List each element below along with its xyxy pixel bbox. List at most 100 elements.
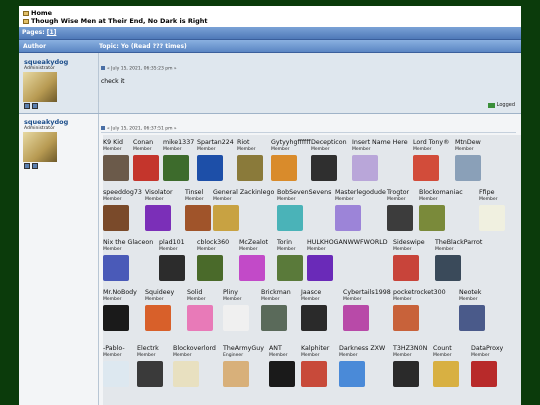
member-avatar[interactable] (269, 361, 295, 387)
member-name[interactable]: Squideey (145, 289, 174, 296)
member-name[interactable]: -Pablo- (103, 345, 125, 352)
member-avatar[interactable] (459, 305, 485, 331)
member-avatar[interactable] (239, 255, 265, 281)
member-name[interactable]: Solid (187, 289, 202, 296)
member-avatar[interactable] (393, 255, 419, 281)
member-avatar[interactable] (133, 155, 159, 181)
member-avatar[interactable] (103, 205, 129, 231)
member-avatar[interactable] (163, 155, 189, 181)
profile-icon[interactable] (24, 163, 30, 169)
member-avatar[interactable] (413, 155, 439, 181)
member-name[interactable]: Masterlegodude (335, 189, 386, 196)
member-name[interactable]: Kalphiter (301, 345, 329, 352)
member-name[interactable]: ANT (269, 345, 282, 352)
member-avatar[interactable] (187, 305, 213, 331)
member-avatar[interactable] (277, 255, 303, 281)
member-name[interactable]: Cybertails1998 (343, 289, 391, 296)
member-name[interactable]: Lord Tony® (413, 139, 449, 146)
member-avatar[interactable] (393, 305, 419, 331)
member-avatar[interactable] (479, 205, 505, 231)
member-name[interactable]: Tinsel (185, 189, 203, 196)
member-name[interactable]: Pliny (223, 289, 238, 296)
member-name[interactable]: Riot (237, 139, 249, 146)
member-name[interactable]: TheBlackParrot (435, 239, 482, 246)
member-avatar[interactable] (213, 205, 239, 231)
member-name[interactable]: T3HZ3N0N (393, 345, 427, 352)
member-avatar[interactable] (103, 361, 129, 387)
member-name[interactable]: Sideswipe (393, 239, 425, 246)
member-name[interactable]: plad101 (159, 239, 185, 246)
member-avatar[interactable] (237, 155, 263, 181)
member-name[interactable]: Decepticon (311, 139, 347, 146)
member-avatar[interactable] (103, 255, 129, 281)
member-avatar[interactable] (185, 205, 211, 231)
member-name[interactable]: BobSevenSevens (277, 189, 331, 196)
member-name[interactable]: Nix the Glaceon (103, 239, 153, 246)
member-name[interactable]: McZealot (239, 239, 268, 246)
member-name[interactable]: Neotek (459, 289, 481, 296)
member-avatar[interactable] (197, 155, 223, 181)
breadcrumb-thread[interactable]: Though Wise Men at Their End, No Dark is… (23, 17, 208, 25)
member-name[interactable]: Jaasce (301, 289, 321, 296)
member-name[interactable]: Conan (133, 139, 153, 146)
member-name[interactable]: Gytyyhgffffff (271, 139, 311, 146)
breadcrumb-home-label[interactable]: Home (31, 9, 52, 17)
member-avatar[interactable] (307, 255, 333, 281)
page-link-current[interactable]: [1] (47, 29, 57, 36)
member-avatar[interactable] (471, 361, 497, 387)
member-name[interactable]: Torin (277, 239, 292, 246)
member-avatar[interactable] (455, 155, 481, 181)
post1-username[interactable]: squeakydog (24, 58, 68, 66)
member-name[interactable]: Mr.NoBody (103, 289, 137, 296)
member-avatar[interactable] (271, 155, 297, 181)
member-avatar[interactable] (145, 205, 171, 231)
member-avatar[interactable] (435, 255, 461, 281)
member-name[interactable]: DataProxy (471, 345, 503, 352)
member-avatar[interactable] (339, 361, 365, 387)
member-name[interactable]: Darkness ZXW (339, 345, 385, 352)
member-name[interactable]: MtnDew (455, 139, 481, 146)
member-name[interactable]: HULKHOGANWWFWORLD (307, 239, 388, 246)
post2-username[interactable]: squeakydog (24, 118, 68, 126)
member-avatar[interactable] (419, 205, 445, 231)
globe-icon[interactable] (32, 163, 38, 169)
member-avatar[interactable] (343, 305, 369, 331)
member-avatar[interactable] (173, 361, 199, 387)
member-name[interactable]: General Zackinlego (213, 189, 274, 196)
member-avatar[interactable] (277, 205, 303, 231)
globe-icon[interactable] (32, 103, 38, 109)
member-avatar[interactable] (103, 305, 129, 331)
member-name[interactable]: Blockomaniac (419, 189, 463, 196)
member-name[interactable]: Blockoverlord (173, 345, 216, 352)
member-name[interactable]: Trogtor (387, 189, 409, 196)
member-name[interactable]: cblock360 (197, 239, 229, 246)
member-name[interactable]: K9 Kid (103, 139, 123, 146)
member-avatar[interactable] (393, 361, 419, 387)
member-name[interactable]: Insert Name Here (352, 139, 408, 146)
member-avatar[interactable] (387, 205, 413, 231)
member-avatar[interactable] (261, 305, 287, 331)
member-avatar[interactable] (137, 361, 163, 387)
breadcrumb-thread-label[interactable]: Though Wise Men at Their End, No Dark is… (31, 17, 208, 25)
member-name[interactable]: Visolator (145, 189, 173, 196)
breadcrumb-home[interactable]: Home (23, 9, 52, 17)
member-avatar[interactable] (433, 361, 459, 387)
member-avatar[interactable] (103, 155, 129, 181)
member-name[interactable]: mike1337 (163, 139, 194, 146)
member-name[interactable]: Brickman (261, 289, 291, 296)
member-avatar[interactable] (223, 361, 249, 387)
member-name[interactable]: pocketrocket300 (393, 289, 446, 296)
member-name[interactable]: Ffipe (479, 189, 494, 196)
member-name[interactable]: speeddog73 (103, 189, 142, 196)
member-avatar[interactable] (197, 255, 223, 281)
member-name[interactable]: TheArmyGuy (223, 345, 264, 352)
member-avatar[interactable] (159, 255, 185, 281)
member-avatar[interactable] (335, 205, 361, 231)
member-avatar[interactable] (301, 305, 327, 331)
member-name[interactable]: Count (433, 345, 452, 352)
member-avatar[interactable] (145, 305, 171, 331)
member-avatar[interactable] (223, 305, 249, 331)
member-avatar[interactable] (352, 155, 378, 181)
member-avatar[interactable] (301, 361, 327, 387)
member-name[interactable]: Spartan224 (197, 139, 234, 146)
